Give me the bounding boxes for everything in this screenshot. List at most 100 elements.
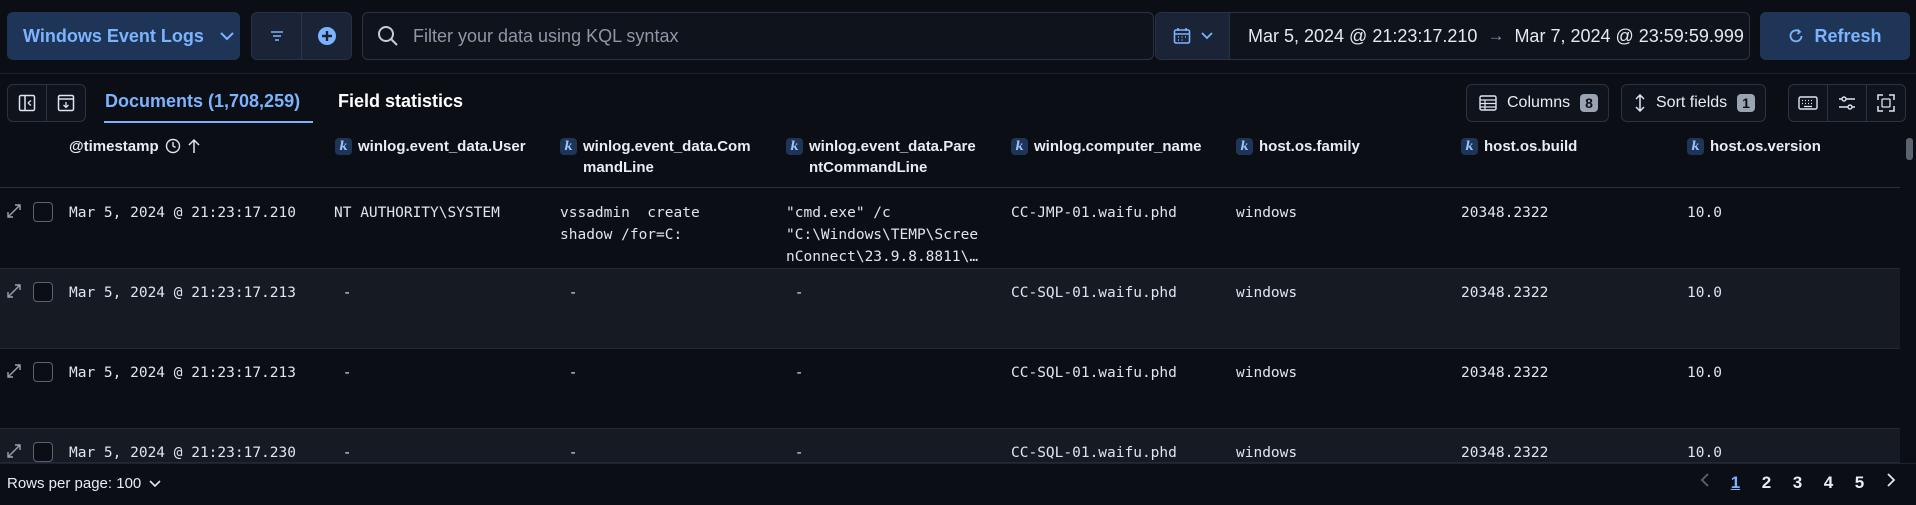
columns-label: Columns [1507,94,1571,111]
keyboard-shortcuts-button[interactable] [1788,84,1828,122]
cell-parentcommandline: - [786,365,804,381]
tab-documents[interactable]: Documents (1,708,259) [105,91,300,112]
toggle-histogram-button[interactable] [46,84,86,122]
cell-timestamp: Mar 5, 2024 @ 21:23:17.213 [69,285,296,301]
date-picker: Mar 5, 2024 @ 21:23:17.210 → Mar 7, 2024… [1155,12,1750,60]
cell-os-build: 20348.2322 [1461,285,1549,301]
expand-row-icon[interactable] [6,203,22,219]
column-header-os-build[interactable]: k host.os.build [1461,136,1577,157]
filter-menu-button[interactable] [252,13,301,59]
fullscreen-icon [1877,94,1895,112]
sort-icon [1635,94,1645,112]
refresh-icon [1790,28,1803,43]
keyword-type-icon: k [1687,138,1704,155]
fullscreen-button[interactable] [1866,84,1906,122]
tab-field-statistics[interactable]: Field statistics [338,91,463,112]
page-link-1[interactable]: 1 [1720,473,1751,493]
column-header-label: host.os.build [1484,138,1578,155]
column-header-commandline[interactable]: k winlog.event_data.Com mandLine [560,136,751,178]
display-settings-button[interactable] [1827,84,1867,122]
columns-button[interactable]: Columns 8 [1466,84,1609,122]
start-date[interactable]: Mar 5, 2024 @ 21:23:17.210 [1248,26,1477,47]
keyword-type-icon: k [1461,138,1478,155]
toggle-sidebar-button[interactable] [7,84,47,122]
column-header-label: host.os.version [1710,138,1821,155]
cell-os-build: 20348.2322 [1461,445,1549,461]
chevron-down-icon [149,479,161,487]
cell-parentcommandline: "cmd.exe" /c "C:\Windows\TEMP\Scree nCon… [786,205,979,265]
arrow-right-icon: → [1487,26,1505,45]
cell-commandline: - [560,445,578,461]
sort-fields-label: Sort fields [1656,94,1728,111]
column-header-label: @timestamp [69,138,159,155]
row-select-checkbox[interactable] [33,282,53,302]
chevron-left-icon[interactable] [1689,472,1720,493]
table-row[interactable]: Mar 5, 2024 @ 21:23:17.213 - - - CC-SQL-… [0,269,1900,349]
chevron-down-icon [220,32,234,41]
add-filter-button[interactable] [301,13,351,59]
refresh-button[interactable]: Refresh [1760,12,1910,60]
column-header-os-family[interactable]: k host.os.family [1236,136,1360,157]
column-header-line: winlog.event_data.Pare [809,138,976,155]
page-link-4[interactable]: 4 [1813,473,1844,493]
active-tab-indicator [104,121,313,123]
table-row[interactable]: Mar 5, 2024 @ 21:23:17.213 - - - CC-SQL-… [0,349,1900,429]
filter-icon [270,31,283,41]
sliders-icon [1839,96,1855,110]
grid-scrollbar[interactable] [1903,126,1916,462]
column-header-parentcommandline[interactable]: k winlog.event_data.Pare ntCommandLine [786,136,976,178]
scrollbar-thumb[interactable] [1906,138,1913,160]
column-header-timestamp[interactable]: @timestamp [69,136,201,157]
sort-ascending-icon[interactable] [187,138,201,154]
rows-per-page-label: Rows per page: 100 [7,475,142,492]
column-header-label: winlog.event_data.Pare ntCommandLine [809,136,976,178]
column-header-line: ntCommandLine [809,159,928,176]
table-row[interactable]: Mar 5, 2024 @ 21:23:17.230 - - - CC-SQL-… [0,429,1900,463]
rows-per-page-selector[interactable]: Rows per page: 100 [7,475,161,492]
expand-row-icon[interactable] [6,363,22,379]
cell-user: - [334,445,352,461]
expand-row-icon[interactable] [6,283,22,299]
panel-bottom-icon [57,94,75,112]
row-select-checkbox[interactable] [33,202,53,222]
chevron-down-icon [1200,32,1213,40]
end-date[interactable]: Mar 7, 2024 @ 23:59:59.999 [1514,26,1743,47]
data-view-selector[interactable]: Windows Event Logs [7,12,240,60]
quick-date-menu-button[interactable] [1156,13,1230,59]
column-header-user[interactable]: k winlog.event_data.User [335,136,526,157]
chevron-right-icon[interactable] [1875,472,1906,493]
column-header-os-version[interactable]: k host.os.version [1687,136,1821,157]
cell-os-family: windows [1236,285,1298,301]
table-icon [1479,95,1497,111]
expand-row-icon[interactable] [6,443,22,459]
grid-header: @timestamp k winlog.event_data.User k wi… [0,126,1900,188]
plus-circle-icon [317,27,336,45]
keyword-type-icon: k [1011,138,1028,155]
kql-search-bar[interactable] [362,12,1154,60]
cell-os-version: 10.0 [1687,205,1722,221]
row-select-checkbox[interactable] [33,442,53,462]
keyboard-icon [1798,96,1818,110]
page-link-5[interactable]: 5 [1844,473,1875,493]
row-select-checkbox[interactable] [33,362,53,382]
search-icon [378,26,398,46]
search-input[interactable] [413,25,1113,47]
filter-button-group [251,12,352,60]
cell-user: - [334,365,352,381]
column-header-label: winlog.computer_name [1034,138,1202,155]
sort-fields-button[interactable]: Sort fields 1 [1621,84,1766,122]
table-row[interactable]: Mar 5, 2024 @ 21:23:17.210 NT AUTHORITY\… [0,189,1900,269]
column-header-label: winlog.event_data.Com mandLine [583,136,751,178]
cell-commandline: vssadmin create shadow /for=C: [560,205,700,243]
cell-computer-name: CC-SQL-01.waifu.phd [1011,365,1177,381]
refresh-label: Refresh [1814,25,1882,46]
cell-os-family: windows [1236,205,1298,221]
page-link-2[interactable]: 2 [1751,473,1782,493]
cell-computer-name: CC-JMP-01.waifu.phd [1011,205,1177,221]
column-header-computer-name[interactable]: k winlog.computer_name [1011,136,1202,157]
page-link-3[interactable]: 3 [1782,473,1813,493]
cell-os-family: windows [1236,445,1298,461]
keyword-type-icon: k [335,138,352,155]
cell-commandline: - [560,285,578,301]
data-view-label: Windows Event Logs [23,25,204,46]
